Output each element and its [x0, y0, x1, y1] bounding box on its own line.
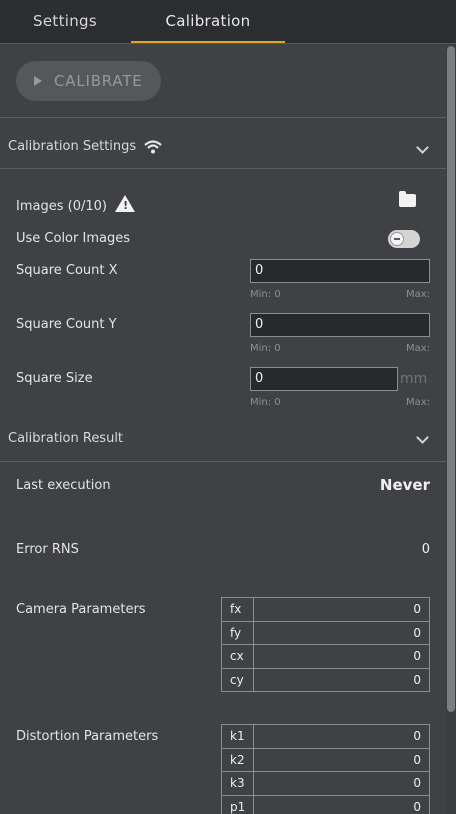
table-row: k2 0	[221, 747, 430, 772]
use-color-images-toggle[interactable]	[388, 230, 420, 248]
param-value: 0	[253, 771, 430, 796]
scrollbar-thumb[interactable]	[447, 46, 455, 712]
param-key: k2	[221, 747, 254, 772]
tab-settings[interactable]: Settings	[0, 0, 130, 43]
play-icon	[34, 76, 42, 86]
wifi-icon	[144, 139, 162, 153]
square-size-unit: mm	[400, 371, 428, 387]
param-value: 0	[253, 747, 430, 772]
distortion-parameters-table: k1 0 k2 0 k3 0 p1 0	[221, 724, 430, 814]
param-key: p1	[221, 794, 254, 814]
last-execution-value: Never	[379, 476, 430, 494]
table-row: fy 0	[221, 620, 430, 645]
distortion-parameters-label: Distortion Parameters	[16, 729, 159, 744]
camera-parameters-label: Camera Parameters	[16, 602, 146, 617]
square-count-y-label: Square Count Y	[16, 317, 117, 332]
param-value: 0	[253, 667, 430, 692]
param-value: 0	[253, 644, 430, 669]
max-label: Max:	[405, 343, 430, 354]
calibration-result-header[interactable]: Calibration Result	[8, 431, 123, 446]
square-count-y-range: Min: 0 Max:	[250, 343, 430, 354]
divider	[0, 461, 446, 462]
camera-parameters-table: fx 0 fy 0 cx 0 cy 0	[221, 597, 430, 692]
warning-icon: !	[115, 195, 136, 212]
toggle-knob	[390, 232, 404, 246]
param-key: k3	[221, 771, 254, 796]
tab-calibration[interactable]: Calibration	[131, 0, 285, 43]
param-key: cy	[221, 667, 254, 692]
error-rns-value: 0	[421, 542, 430, 557]
square-size-range: Min: 0 Max:	[250, 397, 430, 408]
use-color-images-label: Use Color Images	[16, 231, 130, 246]
square-count-x-label: Square Count X	[16, 263, 118, 278]
calibration-settings-title: Calibration Settings	[8, 139, 137, 154]
error-rns-label: Error RNS	[16, 542, 79, 557]
chevron-down-icon[interactable]	[416, 431, 429, 444]
calibration-settings-header[interactable]: Calibration Settings	[8, 139, 162, 154]
last-execution-label: Last execution	[16, 478, 111, 493]
divider	[0, 168, 446, 169]
square-size-label: Square Size	[16, 371, 93, 386]
param-value: 0	[253, 620, 430, 645]
param-key: cx	[221, 644, 254, 669]
min-label: Min: 0	[250, 397, 281, 408]
square-count-x-input[interactable]: 0	[250, 259, 430, 283]
param-value: 0	[253, 724, 430, 749]
param-value: 0	[253, 597, 430, 622]
table-row: cx 0	[221, 644, 430, 669]
calibration-panel: CALIBRATE Calibration Settings Images (0…	[0, 44, 446, 814]
param-value: 0	[253, 794, 430, 814]
chevron-down-icon[interactable]	[416, 141, 429, 154]
square-count-x-range: Min: 0 Max:	[250, 289, 430, 300]
images-label: Images (0/10)	[16, 199, 107, 214]
min-label: Min: 0	[250, 289, 281, 300]
min-label: Min: 0	[250, 343, 281, 354]
param-key: fy	[221, 620, 254, 645]
square-count-y-input[interactable]: 0	[250, 313, 430, 337]
calibration-result-title: Calibration Result	[8, 431, 124, 446]
table-row: k1 0	[221, 724, 430, 749]
table-row: p1 0	[221, 794, 430, 814]
square-size-input[interactable]: 0	[250, 367, 398, 391]
folder-icon[interactable]	[399, 191, 416, 207]
calibrate-button[interactable]: CALIBRATE	[16, 61, 161, 101]
images-label-row: Images (0/10) !	[16, 195, 136, 214]
tab-bar: Settings Calibration	[0, 0, 456, 44]
max-label: Max:	[405, 397, 430, 408]
divider	[0, 117, 446, 118]
table-row: cy 0	[221, 667, 430, 692]
param-key: fx	[221, 597, 254, 622]
table-row: fx 0	[221, 597, 430, 622]
param-key: k1	[221, 724, 254, 749]
table-row: k3 0	[221, 771, 430, 796]
max-label: Max:	[405, 289, 430, 300]
calibrate-button-label: CALIBRATE	[54, 72, 143, 90]
